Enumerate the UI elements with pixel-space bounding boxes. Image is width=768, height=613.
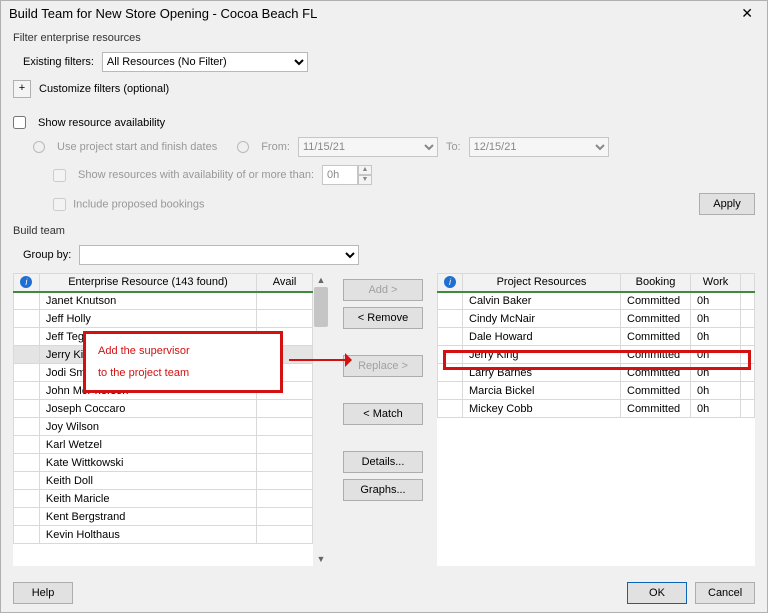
col-enterprise-resource[interactable]: Enterprise Resource (143 found) xyxy=(39,274,256,292)
use-project-dates-label: Use project start and finish dates xyxy=(57,141,217,153)
to-date-select: 12/15/21 xyxy=(469,137,609,157)
to-label: To: xyxy=(446,141,461,153)
show-availability-label: Show resource availability xyxy=(38,117,165,129)
table-row[interactable]: Keith Maricle xyxy=(14,490,313,508)
apply-button[interactable]: Apply xyxy=(699,193,755,215)
info-icon: i xyxy=(20,276,32,288)
table-row[interactable]: Kent Bergstrand xyxy=(14,508,313,526)
table-row[interactable]: Marcia BickelCommitted0h xyxy=(438,382,755,400)
build-team-section-label: Build team xyxy=(13,225,755,237)
table-row[interactable]: Mickey CobbCommitted0h xyxy=(438,400,755,418)
close-icon[interactable]: ✕ xyxy=(735,5,759,22)
show-availability-checkbox[interactable] xyxy=(13,116,26,129)
use-project-dates-radio xyxy=(33,141,45,153)
include-proposed-checkbox xyxy=(53,198,66,211)
info-icon: i xyxy=(444,276,456,288)
show-available-more-label: Show resources with availability of or m… xyxy=(78,169,314,181)
show-available-more-checkbox xyxy=(53,169,66,182)
annotation-callout: Add the supervisor to the project team xyxy=(83,331,283,393)
match-button[interactable]: < Match xyxy=(343,403,423,425)
table-row[interactable]: Janet Knutson xyxy=(14,292,313,310)
col-avail[interactable]: Avail xyxy=(257,274,313,292)
table-row[interactable]: Dale HowardCommitted0h xyxy=(438,328,755,346)
custom-dates-radio xyxy=(237,141,249,153)
table-row[interactable]: Kevin Holthaus xyxy=(14,526,313,544)
scroll-thumb[interactable] xyxy=(314,287,328,327)
table-row[interactable]: Cindy McNairCommitted0h xyxy=(438,310,755,328)
groupby-select[interactable] xyxy=(79,245,359,265)
ok-button[interactable]: OK xyxy=(627,582,687,604)
hours-spin-down: ▼ xyxy=(358,175,372,185)
from-label: From: xyxy=(261,141,290,153)
table-row[interactable]: Keith Doll xyxy=(14,472,313,490)
table-row[interactable]: Kate Wittkowski xyxy=(14,454,313,472)
annotation-arrow xyxy=(289,359,349,361)
help-button[interactable]: Help xyxy=(13,582,73,604)
customize-expand-button[interactable]: + xyxy=(13,80,31,98)
table-row[interactable]: Joy Wilson xyxy=(14,418,313,436)
add-button[interactable]: Add > xyxy=(343,279,423,301)
filter-section-label: Filter enterprise resources xyxy=(13,32,755,44)
scroll-up-icon[interactable]: ▲ xyxy=(317,275,326,285)
col-work[interactable]: Work xyxy=(691,274,741,292)
table-row[interactable]: Karl Wetzel xyxy=(14,436,313,454)
col-extra xyxy=(741,274,755,292)
remove-button[interactable]: < Remove xyxy=(343,307,423,329)
from-date-select: 11/15/21 xyxy=(298,137,438,157)
cancel-button[interactable]: Cancel xyxy=(695,582,755,604)
project-resources-table[interactable]: i Project Resources Booking Work Calvin … xyxy=(437,273,755,418)
graphs-button[interactable]: Graphs... xyxy=(343,479,423,501)
details-button[interactable]: Details... xyxy=(343,451,423,473)
enterprise-resource-table[interactable]: i Enterprise Resource (143 found) Avail … xyxy=(13,273,313,544)
hours-input xyxy=(322,165,358,185)
customize-filters-label: Customize filters (optional) xyxy=(39,83,169,95)
left-scrollbar[interactable]: ▲ ▼ xyxy=(313,273,329,566)
table-row[interactable]: Joseph Coccaro xyxy=(14,400,313,418)
col-project-resources[interactable]: Project Resources xyxy=(463,274,621,292)
existing-filters-label: Existing filters: xyxy=(23,56,94,68)
table-row[interactable]: Calvin BakerCommitted0h xyxy=(438,292,755,310)
include-proposed-label: Include proposed bookings xyxy=(73,198,204,210)
scroll-down-icon[interactable]: ▼ xyxy=(317,554,326,564)
window-title: Build Team for New Store Opening - Cocoa… xyxy=(9,6,317,21)
annotation-target xyxy=(443,350,751,370)
existing-filters-select[interactable]: All Resources (No Filter) xyxy=(102,52,308,72)
hours-spin-up: ▲ xyxy=(358,165,372,175)
col-booking[interactable]: Booking xyxy=(621,274,691,292)
table-row[interactable]: Jeff Holly xyxy=(14,310,313,328)
groupby-label: Group by: xyxy=(23,249,71,261)
